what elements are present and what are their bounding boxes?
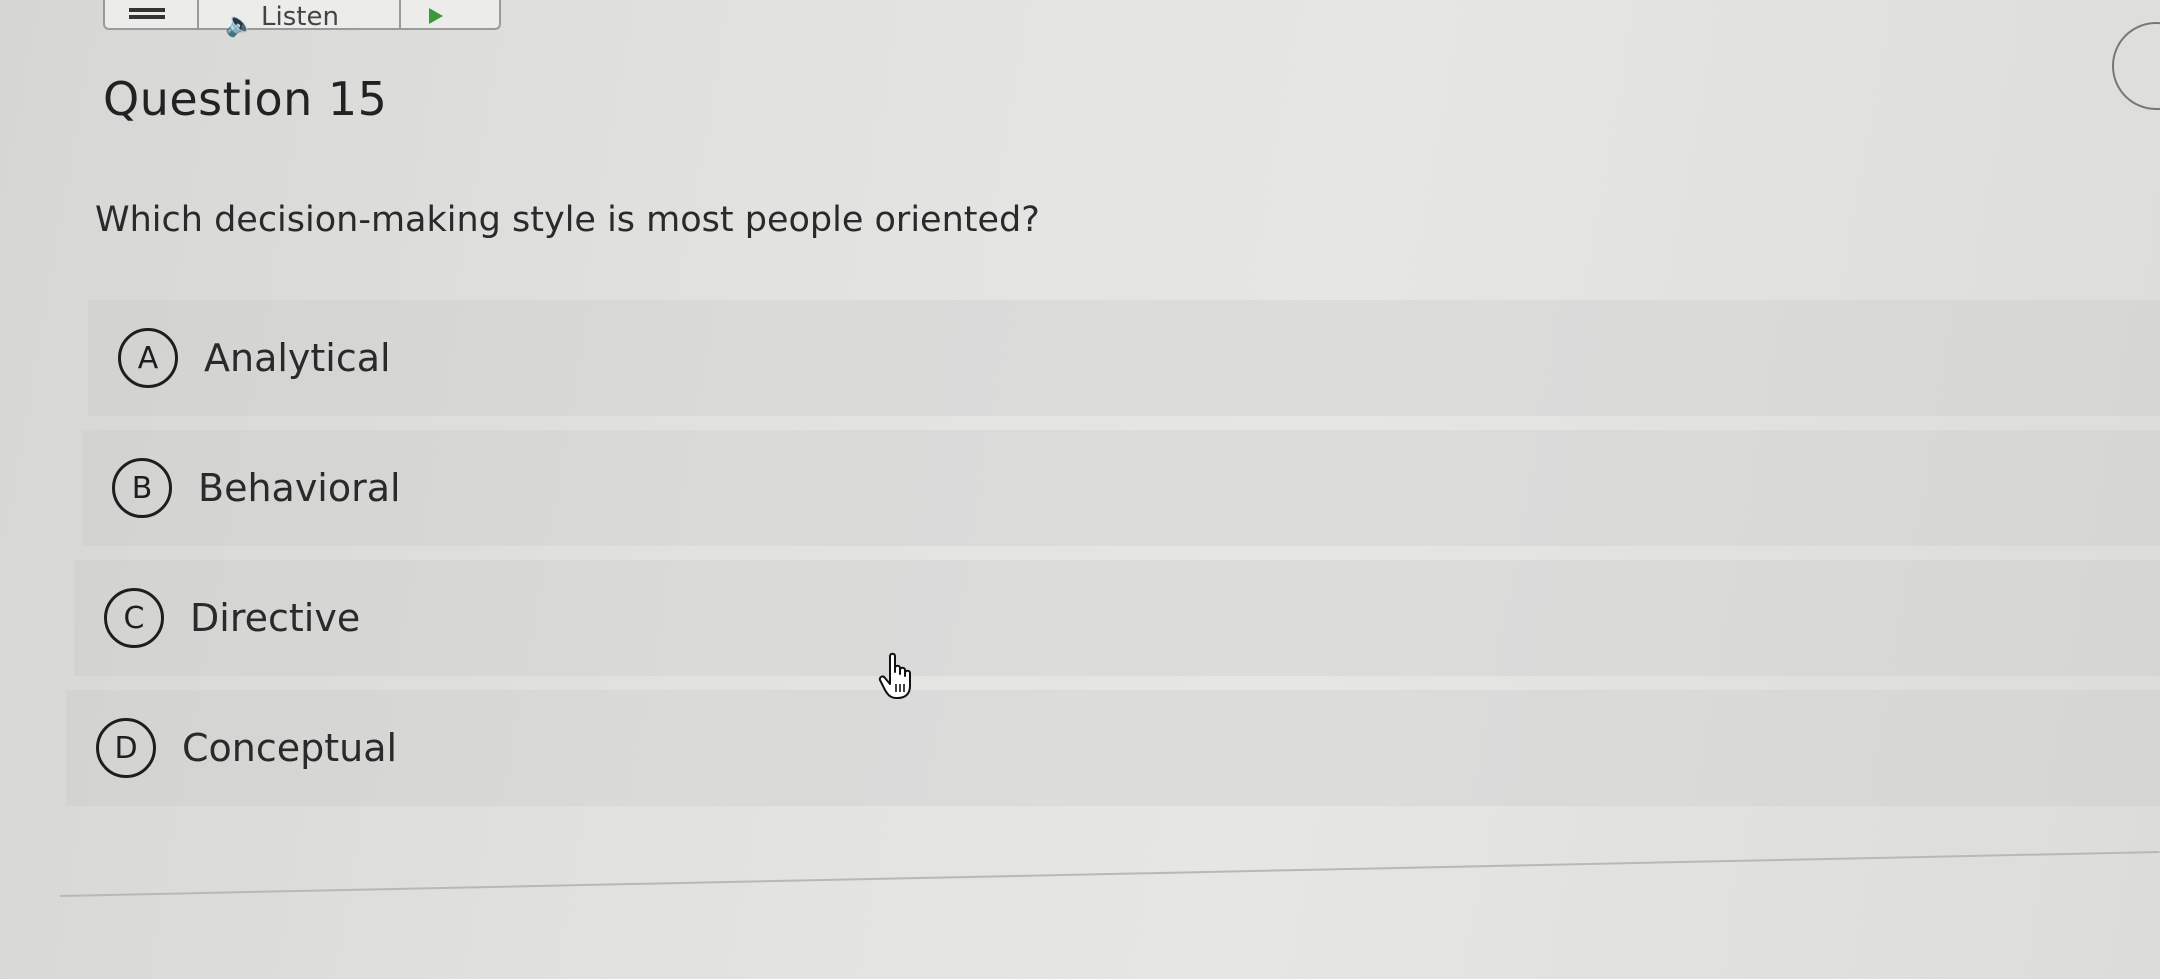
corner-button[interactable] <box>2112 22 2160 110</box>
option-d[interactable]: D Conceptual <box>66 690 2160 806</box>
option-letter-circle: B <box>112 458 172 518</box>
option-letter-circle: A <box>118 328 178 388</box>
audio-toolbar: 🔈 Listen <box>103 0 501 38</box>
hand-pointer-icon <box>878 652 911 699</box>
option-label: Analytical <box>204 336 391 380</box>
divider <box>59 851 2160 897</box>
option-label: Directive <box>190 596 361 640</box>
play-icon <box>429 8 443 24</box>
menu-icon <box>129 8 165 22</box>
option-a[interactable]: A Analytical <box>88 300 2160 416</box>
option-letter-circle: C <box>104 588 164 648</box>
play-button[interactable] <box>401 0 499 28</box>
question-prompt: Which decision-making style is most peop… <box>95 200 1040 240</box>
option-label: Behavioral <box>198 466 401 510</box>
listen-button[interactable]: 🔈 Listen <box>199 0 401 38</box>
question-title: Question 15 <box>103 72 388 126</box>
option-c[interactable]: C Directive <box>74 560 2160 676</box>
option-b[interactable]: B Behavioral <box>82 430 2160 546</box>
speaker-icon: 🔈 <box>225 10 255 38</box>
option-letter-circle: D <box>96 718 156 778</box>
option-label: Conceptual <box>182 726 398 770</box>
listen-label: Listen <box>261 2 339 32</box>
menu-button[interactable] <box>105 0 199 28</box>
